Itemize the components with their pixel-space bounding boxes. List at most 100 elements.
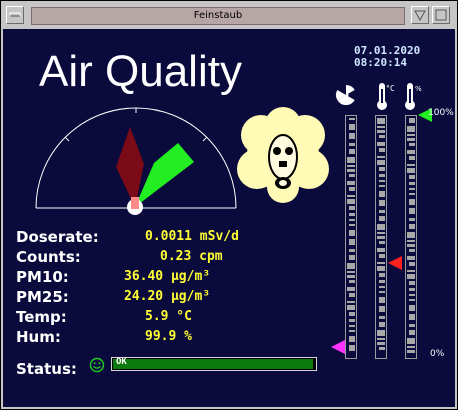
bar-stripe [407,232,415,238]
maximize-button[interactable] [432,6,450,24]
bar-stripe [349,230,355,236]
radiation-marker [331,340,345,354]
window-menu-icon [9,12,21,17]
bar-stripe [349,219,355,221]
bar-stripe [349,133,355,139]
bar-stripe [407,346,415,348]
temp-value: 5.9 °C [145,309,192,324]
bar-stripe [409,188,415,190]
bar-stripe [407,338,415,344]
bar-stripe [379,280,385,283]
bar-stripe [377,118,385,124]
bar-stripe [379,306,385,312]
bar-stripe [347,271,355,273]
page-title: Air Quality [39,47,242,96]
bar-stripe [407,270,415,272]
app-window: Feinstaub 07.01.2020 08:20:14 Air Qualit… [0,0,458,410]
bar-stripe [349,345,355,351]
bar-stripe [349,330,355,332]
bar-stripe [349,312,355,316]
bar-stripe [377,224,385,230]
bar-stripe [349,124,355,130]
bar-stripe [349,118,355,120]
status-bar: OK [111,357,317,371]
bar-stripe [379,241,385,244]
pm10-value: 36.40 µg/m³ [124,269,211,284]
bar-stripe [407,164,415,166]
bar-stripe [379,291,385,293]
bar-stripe [379,216,385,221]
bar-stripe [379,191,385,197]
pm10-needle [116,127,144,207]
bar-stripe [409,324,415,327]
scale-bottom-label: 0% [430,349,445,359]
bar-stripe [409,314,415,320]
bar-stripe [407,150,415,154]
title-area[interactable]: Feinstaub [31,7,405,25]
bar-stripe [409,193,415,195]
dashboard-canvas: 07.01.2020 08:20:14 Air Quality Doserate… [3,29,455,407]
bar-stripe [377,142,385,146]
bar-stripe [379,174,385,177]
bar-stripe [409,288,415,291]
minimize-button[interactable] [411,6,429,24]
bar-stripe [407,138,415,141]
svg-text:%: % [415,85,422,93]
bar-stripe [407,244,415,247]
dial-tick [202,136,208,142]
radiation-icon [335,84,355,106]
temperature-marker [388,256,402,270]
title-bar[interactable]: Feinstaub [3,3,455,29]
bar-stripe [347,165,355,167]
humidity-bar [405,115,417,359]
pm25-label: PM25: [16,288,69,306]
pm25-value: 24.20 µg/m³ [124,289,211,304]
air-quality-dial [35,107,237,215]
bar-stripe [347,195,355,197]
hum-label: Hum: [16,328,61,346]
bar-stripe [379,273,385,277]
bar-stripe [407,240,415,242]
bar-stripe [347,305,355,310]
bar-stripe [377,342,385,345]
bar-stripe [379,167,385,171]
bar-stripe [349,336,355,342]
thermometer-icon: °C [377,83,394,110]
bar-stripe [347,287,355,291]
bar-stripe [347,199,355,204]
bar-stripe [379,200,385,206]
bar-stripe [379,185,385,187]
bar-stripe [377,330,385,336]
bar-stripe [347,263,355,269]
bar-stripe [407,126,415,132]
bar-stripe [349,239,355,245]
bar-stripe [349,319,355,322]
minimize-icon [414,10,426,22]
bar-stripe [377,130,385,133]
bar-stripe [377,266,385,271]
bar-stripe [347,157,355,163]
hum-value: 99.9 % [145,329,192,344]
bar-stripe [409,175,415,179]
bar-stripe [349,293,355,297]
bar-stripe [379,210,385,213]
bar-stripe [379,286,385,288]
bar-stripe [347,181,355,185]
bar-stripe [409,182,415,185]
counts-label: Counts: [16,248,81,266]
bar-stripe [377,126,385,128]
doserate-value: 0.0011 mSv/d [145,229,239,244]
bar-stripe [349,206,355,210]
bar-stripe [379,135,385,138]
window-title: Feinstaub [193,10,243,21]
bar-stripe [379,254,385,258]
bar-stripe [407,350,415,353]
bar-stripe [379,322,385,327]
svg-text:°C: °C [386,84,394,93]
bar-stripe [349,174,355,177]
bar-stripe [409,218,415,221]
bar-stripe [349,325,355,327]
bar-stripe [347,169,355,172]
window-menu-button[interactable] [6,6,24,24]
status-fill [113,359,313,369]
